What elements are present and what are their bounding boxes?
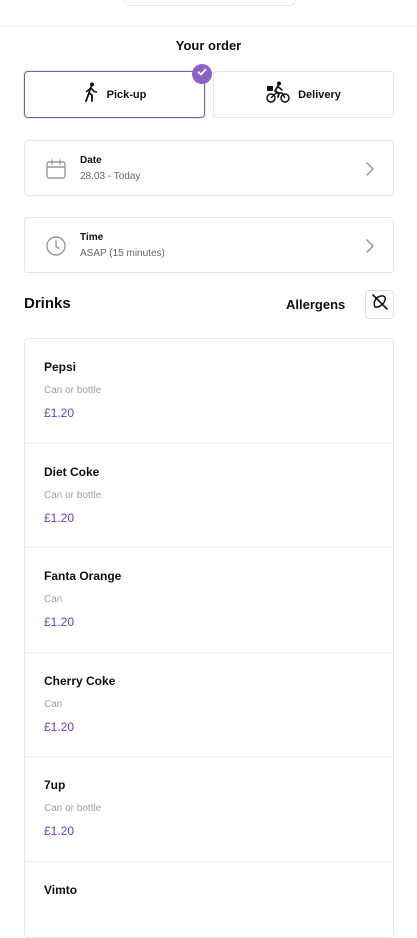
item-price: £1.20 bbox=[44, 720, 74, 734]
allergens-icon bbox=[370, 292, 390, 317]
delivery-label: Delivery bbox=[298, 89, 341, 101]
item-description: Can or bottle bbox=[44, 803, 101, 814]
item-name: Diet Coke bbox=[44, 465, 99, 479]
date-label: Date bbox=[80, 155, 102, 166]
item-description: Can or bottle bbox=[44, 385, 101, 396]
item-name: Cherry Coke bbox=[44, 674, 115, 688]
menu-item-pepsi[interactable]: Pepsi Can or bottle £1.20 bbox=[25, 339, 393, 444]
section-title: Drinks bbox=[24, 295, 71, 312]
drinks-list: Pepsi Can or bottle £1.20 Diet Coke Can … bbox=[24, 338, 394, 938]
time-label: Time bbox=[80, 232, 103, 243]
menu-item-diet-coke[interactable]: Diet Coke Can or bottle £1.20 bbox=[25, 444, 393, 549]
item-price: £1.20 bbox=[44, 511, 74, 525]
item-description: Can bbox=[44, 699, 62, 710]
allergens-button[interactable] bbox=[365, 290, 394, 319]
pickup-button[interactable]: Pick-up bbox=[24, 71, 205, 118]
bicycle-courier-icon bbox=[266, 81, 290, 108]
date-value: 28.03 - Today bbox=[80, 171, 140, 182]
delivery-button[interactable]: Delivery bbox=[213, 71, 394, 118]
item-name: Vimto bbox=[44, 883, 77, 897]
time-value: ASAP (15 minutes) bbox=[80, 248, 165, 259]
chevron-right-icon bbox=[365, 161, 375, 177]
item-name: 7up bbox=[44, 778, 65, 792]
pickup-label: Pick-up bbox=[107, 89, 147, 101]
item-description: Can or bottle bbox=[44, 490, 101, 501]
top-search-pill[interactable] bbox=[124, 0, 296, 6]
chevron-right-icon bbox=[365, 238, 375, 254]
date-selector[interactable]: Date 28.03 - Today bbox=[24, 140, 394, 196]
clock-icon bbox=[45, 235, 67, 257]
top-bar bbox=[0, 0, 417, 27]
item-price: £1.20 bbox=[44, 615, 74, 629]
menu-item-cherry-coke[interactable]: Cherry Coke Can £1.20 bbox=[25, 653, 393, 758]
item-price: £1.20 bbox=[44, 824, 74, 838]
check-icon bbox=[196, 65, 208, 83]
selected-check-badge bbox=[192, 64, 212, 84]
walking-person-icon bbox=[83, 82, 99, 107]
order-title: Your order bbox=[0, 38, 417, 53]
item-name: Pepsi bbox=[44, 360, 76, 374]
time-selector[interactable]: Time ASAP (15 minutes) bbox=[24, 217, 394, 273]
allergens-label: Allergens bbox=[286, 297, 345, 312]
item-price: £1.20 bbox=[44, 406, 74, 420]
item-description: Can bbox=[44, 594, 62, 605]
menu-item-fanta-orange[interactable]: Fanta Orange Can £1.20 bbox=[25, 548, 393, 653]
menu-item-7up[interactable]: 7up Can or bottle £1.20 bbox=[25, 757, 393, 862]
item-name: Fanta Orange bbox=[44, 569, 121, 583]
calendar-icon bbox=[45, 158, 67, 180]
